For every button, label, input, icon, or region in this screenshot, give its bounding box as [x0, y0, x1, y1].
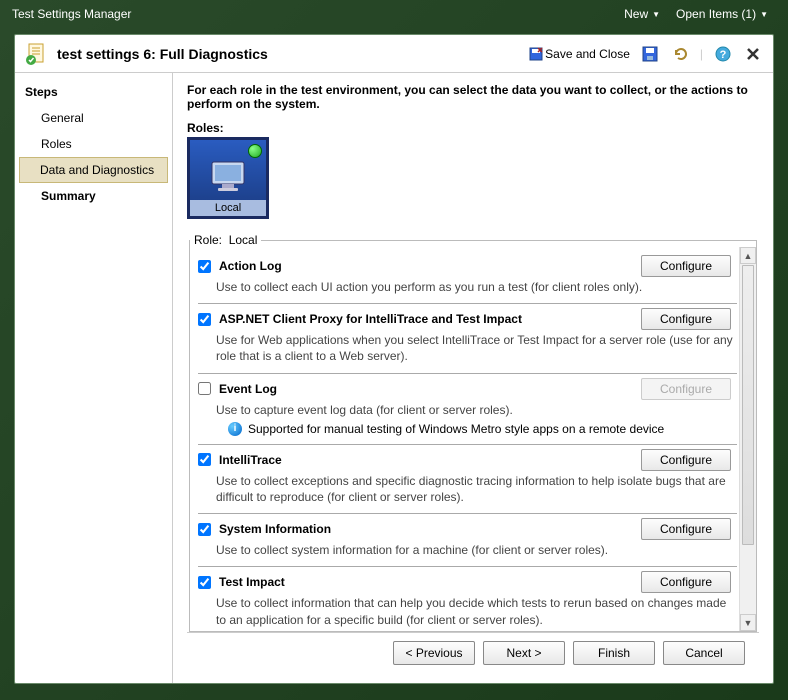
save-and-close-button[interactable]: Save and Close [529, 47, 630, 61]
step-roles[interactable]: Roles [15, 131, 172, 157]
roles-label: Roles: [187, 121, 759, 135]
diagnostic-row: ASP.NET Client Proxy for IntelliTrace an… [198, 304, 737, 373]
dialog-window: test settings 6: Full Diagnostics Save a… [14, 34, 774, 684]
diagnostic-label[interactable]: ASP.NET Client Proxy for IntelliTrace an… [198, 312, 641, 326]
diagnostic-row: Test Impact ConfigureUse to collect infor… [198, 567, 737, 631]
wizard-footer: < Previous Next > Finish Cancel [187, 632, 759, 673]
save-button[interactable] [640, 44, 660, 64]
role-legend: Role: Local [190, 233, 261, 247]
role-tile-local[interactable]: Local [187, 137, 269, 219]
diagnostic-row: Action Log ConfigureUse to collect each U… [198, 251, 737, 304]
scroll-thumb[interactable] [742, 265, 754, 545]
configure-button[interactable]: Configure [641, 255, 731, 277]
diagnostic-name: Action Log [219, 259, 282, 273]
help-button[interactable]: ? [713, 44, 733, 64]
dialog-title: test settings 6: Full Diagnostics [57, 46, 521, 62]
role-legend-prefix: Role: [194, 233, 222, 247]
diagnostic-description: Use to capture event log data (for clien… [198, 400, 737, 418]
step-general[interactable]: General [15, 105, 172, 131]
diagnostic-description: Use to collect each UI action you perfor… [198, 277, 737, 295]
configure-button[interactable]: Configure [641, 308, 731, 330]
undo-button[interactable] [670, 44, 690, 64]
diagnostic-checkbox[interactable] [198, 260, 211, 273]
separator: | [700, 47, 703, 61]
diagnostic-name: System Information [219, 522, 331, 536]
cancel-button[interactable]: Cancel [663, 641, 745, 665]
sidebar-title: Steps [15, 81, 172, 105]
role-tile-label: Local [190, 200, 266, 216]
diagnostic-name: IntelliTrace [219, 453, 282, 467]
monitor-icon [204, 158, 252, 198]
diagnostic-note: i Supported for manual testing of Windows… [198, 418, 737, 436]
diagnostic-name: ASP.NET Client Proxy for IntelliTrace an… [219, 312, 522, 326]
diagnostic-name: Test Impact [219, 575, 285, 589]
next-button[interactable]: Next > [483, 641, 565, 665]
svg-text:?: ? [720, 49, 727, 61]
diagnostic-row: Event Log ConfigureUse to capture event l… [198, 374, 737, 445]
diagnostic-checkbox[interactable] [198, 576, 211, 589]
diagnostic-description: Use to collect information that can help… [198, 593, 737, 627]
configure-button[interactable]: Configure [641, 571, 731, 593]
scroll-up-icon[interactable]: ▲ [740, 247, 756, 264]
diagnostic-row: System Information ConfigureUse to collec… [198, 514, 737, 567]
diagnostic-checkbox[interactable] [198, 313, 211, 326]
menu-new[interactable]: New ▼ [616, 3, 668, 25]
steps-sidebar: Steps General Roles Data and Diagnostics… [15, 73, 173, 683]
scroll-down-icon[interactable]: ▼ [740, 614, 756, 631]
chevron-down-icon: ▼ [652, 10, 660, 19]
diagnostic-label[interactable]: Test Impact [198, 575, 641, 589]
diagnostic-description: Use to collect system information for a … [198, 540, 737, 558]
app-title: Test Settings Manager [12, 7, 616, 21]
info-icon: i [228, 422, 242, 436]
diagnostic-checkbox[interactable] [198, 453, 211, 466]
save-close-label: Save and Close [545, 47, 630, 61]
step-data-and-diagnostics[interactable]: Data and Diagnostics [19, 157, 168, 183]
check-badge-icon [248, 144, 262, 158]
diagnostic-checkbox[interactable] [198, 523, 211, 536]
close-button[interactable] [743, 44, 763, 64]
diagnostic-description: Use to collect exceptions and specific d… [198, 471, 737, 505]
dialog-header: test settings 6: Full Diagnostics Save a… [15, 35, 773, 73]
diagnostic-label[interactable]: System Information [198, 522, 641, 536]
menu-new-label: New [624, 7, 648, 21]
diagnostic-label[interactable]: Event Log [198, 382, 641, 396]
vertical-scrollbar[interactable]: ▲ ▼ [739, 247, 756, 631]
intro-text: For each role in the test environment, y… [187, 83, 759, 121]
diagnostics-list: Action LogConfigureUse to collect each U… [190, 247, 739, 631]
main-panel: For each role in the test environment, y… [173, 73, 773, 683]
menu-open-items[interactable]: Open Items (1) ▼ [668, 3, 776, 25]
diagnostic-label[interactable]: Action Log [198, 259, 641, 273]
app-titlebar: Test Settings Manager New ▼ Open Items (… [0, 0, 788, 28]
diagnostic-description: Use for Web applications when you select… [198, 330, 737, 364]
diagnostic-row: IntelliTrace ConfigureUse to collect exce… [198, 445, 737, 514]
diagnostic-label[interactable]: IntelliTrace [198, 453, 641, 467]
diagnostic-checkbox[interactable] [198, 382, 211, 395]
save-close-icon [529, 47, 543, 61]
diagnostic-name: Event Log [219, 382, 277, 396]
finish-button[interactable]: Finish [573, 641, 655, 665]
chevron-down-icon: ▼ [760, 10, 768, 19]
step-summary[interactable]: Summary [15, 183, 172, 209]
diagnostic-note-text: Supported for manual testing of Windows … [248, 422, 664, 436]
settings-document-icon [25, 42, 49, 66]
role-fieldset: Role: Local Action LogConfigureUse to co… [189, 233, 757, 632]
configure-button: Configure [641, 378, 731, 400]
menu-open-label: Open Items (1) [676, 7, 756, 21]
role-legend-name: Local [229, 233, 258, 247]
configure-button[interactable]: Configure [641, 518, 731, 540]
previous-button[interactable]: < Previous [393, 641, 475, 665]
configure-button[interactable]: Configure [641, 449, 731, 471]
